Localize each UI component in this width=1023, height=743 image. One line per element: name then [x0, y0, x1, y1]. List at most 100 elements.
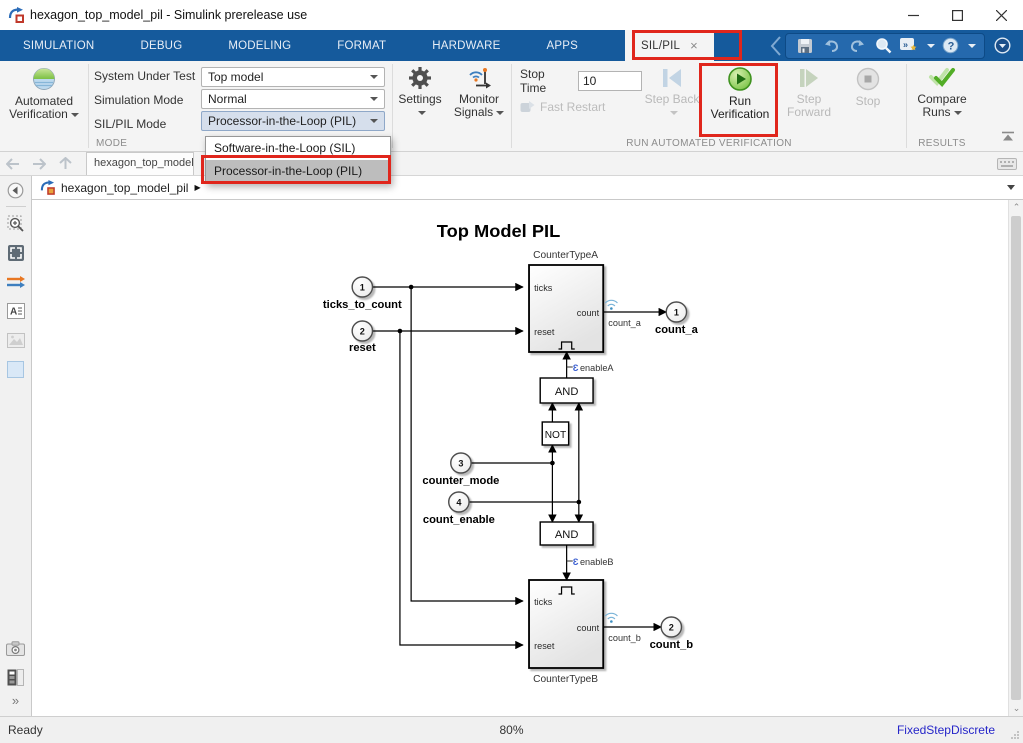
settings-button[interactable]: Settings — [393, 61, 447, 151]
fast-restart-icon — [520, 101, 535, 114]
scroll-down-icon[interactable]: ⌄ — [1009, 701, 1023, 716]
close-button[interactable] — [979, 0, 1023, 30]
scroll-up-icon[interactable]: ⌃ — [1009, 200, 1023, 215]
annotation-icon: A — [7, 303, 25, 319]
simulation-mode-combo[interactable]: Normal — [201, 89, 385, 109]
fit-to-view-icon — [7, 244, 25, 262]
toolstrip-options-button[interactable] — [991, 36, 1013, 56]
model-canvas[interactable]: Top Model PIL — [32, 200, 1023, 716]
monitor-signals-button[interactable]: Monitor Signals — [447, 61, 511, 151]
step-forward-icon — [796, 66, 822, 90]
tab-close-icon[interactable]: × — [690, 38, 698, 53]
inport-counter-mode[interactable]: 3 counter_mode — [422, 453, 499, 487]
svg-text:AND: AND — [555, 386, 579, 398]
tab-format[interactable]: FORMAT — [314, 30, 409, 61]
section-results: Compare Runs RESULTS — [907, 61, 977, 151]
save-button[interactable] — [794, 36, 816, 56]
inport-ticks-to-count[interactable]: 1 ticks_to_count — [323, 277, 402, 311]
favorites-button[interactable]: » — [898, 36, 920, 56]
fit-to-view-button[interactable] — [4, 241, 28, 265]
maximize-button[interactable] — [935, 0, 979, 30]
caret-down-icon — [1007, 185, 1015, 190]
system-under-test-combo[interactable]: Top model — [201, 67, 385, 87]
qat-handle-icon[interactable] — [769, 35, 783, 57]
mode-section-label: MODE — [96, 138, 127, 149]
block-counter-type-a[interactable]: CounterTypeA ticks reset count — [529, 250, 603, 352]
tab-sil-pil[interactable]: SIL/PIL × — [625, 30, 714, 61]
annotation-button[interactable]: A — [4, 299, 28, 323]
signal-label-enable-b: ƐenableB — [567, 557, 614, 567]
run-section-label: RUN AUTOMATED VERIFICATION — [512, 138, 906, 149]
signal-label-count-b: count_b — [605, 613, 641, 643]
svg-text:count: count — [577, 623, 600, 633]
save-icon — [797, 38, 813, 54]
area-icon — [7, 361, 24, 378]
zoom-tool-button[interactable] — [4, 212, 28, 236]
help-caret-icon[interactable] — [968, 44, 976, 48]
collapse-toolstrip-button[interactable] — [1001, 131, 1015, 145]
quick-access-toolbar: » ? — [769, 30, 1023, 61]
streaming-badge-icon — [605, 613, 617, 623]
block-and-lower[interactable]: AND — [540, 522, 593, 545]
favorites-caret-icon[interactable] — [927, 44, 935, 48]
scrollbar-thumb[interactable] — [1011, 216, 1021, 700]
navigate-forward-button[interactable] — [26, 152, 52, 175]
tab-hardware[interactable]: HARDWARE — [409, 30, 523, 61]
minimize-button[interactable] — [891, 0, 935, 30]
outport-count-b[interactable]: 2 count_b — [650, 617, 694, 651]
forward-arrow-icon — [32, 158, 46, 170]
property-inspector-icon — [7, 669, 24, 686]
navigate-back-button[interactable] — [0, 152, 26, 175]
inport-count-enable[interactable]: 4 count_enable — [423, 492, 495, 526]
keyboard-icon[interactable] — [997, 158, 1017, 170]
vertical-scrollbar[interactable]: ⌃ ⌄ — [1008, 200, 1023, 716]
sil-pil-mode-combo[interactable]: Processor-in-the-Loop (PIL) — [201, 111, 385, 131]
document-tab[interactable]: hexagon_top_model_p — [86, 152, 194, 175]
signal-lines-button[interactable] — [4, 270, 28, 294]
resize-grip-icon[interactable] — [1010, 730, 1020, 740]
maximize-icon — [952, 10, 963, 21]
automated-verification-button[interactable]: Automated Verification — [0, 61, 88, 151]
breadcrumb-caret-icon[interactable]: ▶ — [194, 183, 200, 192]
svg-text:CounterTypeA: CounterTypeA — [533, 250, 598, 261]
svg-text:counter_mode: counter_mode — [422, 475, 499, 487]
expand-palette-button[interactable]: » — [12, 693, 19, 708]
property-inspector-button[interactable] — [4, 665, 28, 689]
search-button[interactable] — [872, 36, 894, 56]
image-button[interactable] — [4, 328, 28, 352]
svg-text:count_a: count_a — [608, 318, 641, 328]
block-not[interactable]: NOT — [542, 422, 568, 445]
monitor-signals-icon — [466, 66, 492, 90]
streaming-badge-icon — [605, 300, 617, 310]
outport-count-a[interactable]: 1 count_a — [655, 302, 699, 336]
screenshot-button[interactable] — [4, 636, 28, 660]
dropdown-option-sil[interactable]: Software-in-the-Loop (SIL) — [206, 137, 390, 160]
area-button[interactable] — [4, 357, 28, 381]
tab-debug[interactable]: DEBUG — [117, 30, 205, 61]
help-button[interactable]: ? — [939, 36, 961, 56]
breadcrumb-dropdown-button[interactable] — [1007, 185, 1015, 190]
block-and-upper[interactable]: AND — [540, 378, 593, 403]
section-prepare: Settings Monitor Signals — [393, 61, 511, 151]
stop-icon — [855, 66, 881, 92]
explore-back-button[interactable] — [4, 178, 28, 202]
svg-text:AND: AND — [555, 529, 579, 541]
redo-button[interactable] — [846, 36, 868, 56]
help-icon: ? — [942, 37, 959, 54]
signal-wires[interactable] — [372, 287, 666, 645]
undo-button[interactable] — [820, 36, 842, 56]
caret-down-icon — [954, 111, 962, 115]
status-solver-link[interactable]: FixedStepDiscrete — [897, 723, 1023, 737]
tab-modeling[interactable]: MODELING — [205, 30, 314, 61]
fast-restart-button[interactable]: Fast Restart — [520, 100, 642, 114]
tab-apps[interactable]: APPS — [523, 30, 600, 61]
navigate-up-button[interactable] — [52, 152, 78, 175]
breadcrumb-model-name[interactable]: hexagon_top_model_pil — [61, 181, 188, 195]
tab-simulation[interactable]: SIMULATION — [0, 30, 117, 61]
status-ready: Ready — [0, 723, 43, 737]
sil-pil-mode-dropdown: Software-in-the-Loop (SIL) Processor-in-… — [205, 136, 391, 184]
stop-time-input[interactable] — [578, 71, 642, 91]
dropdown-option-pil[interactable]: Processor-in-the-Loop (PIL) — [206, 160, 390, 183]
inport-reset[interactable]: 2 reset — [349, 321, 376, 354]
block-counter-type-b[interactable]: CounterTypeB ticks reset count — [529, 580, 603, 685]
